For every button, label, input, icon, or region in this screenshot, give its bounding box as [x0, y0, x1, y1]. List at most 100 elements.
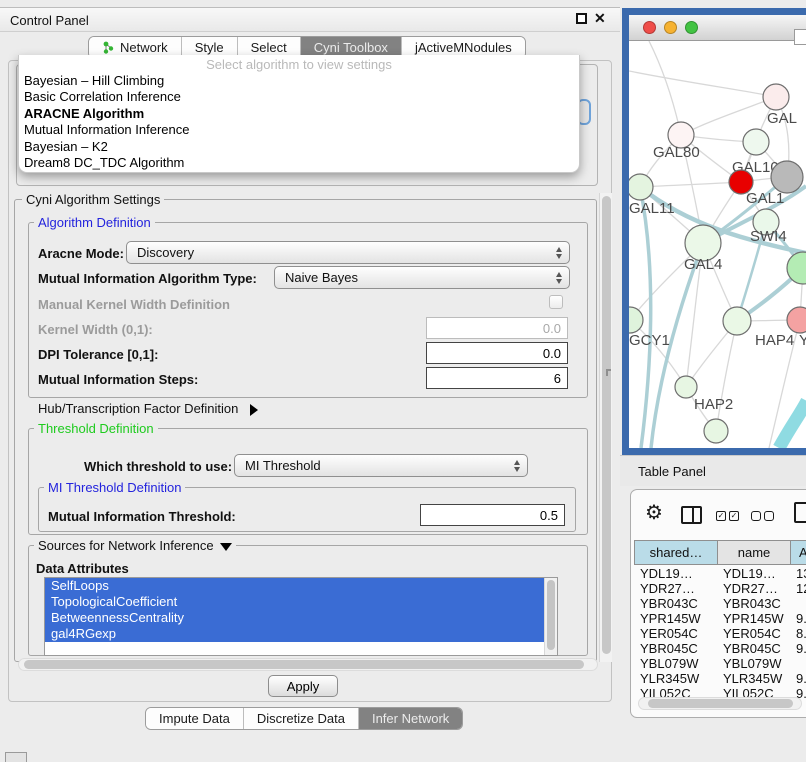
column-header-a[interactable]: A	[790, 540, 806, 565]
table-cell: YDR27…	[634, 581, 717, 596]
stepper-icon	[514, 460, 520, 472]
aracne-mode-select[interactable]: Discovery	[126, 241, 570, 264]
network-node[interactable]	[787, 307, 806, 333]
table-cell: 9.	[790, 611, 806, 626]
stepper-icon	[556, 272, 562, 284]
network-node[interactable]	[704, 419, 728, 443]
network-node[interactable]	[771, 161, 803, 193]
table-cell: YPR145W	[717, 611, 790, 626]
minimized-panel-box[interactable]	[5, 752, 27, 762]
data-attribute-item[interactable]: BetweennessCentrality	[45, 610, 544, 626]
table-cell: YPR145W	[634, 611, 717, 626]
table-cell: 9.	[790, 671, 806, 686]
node-label: HAP4	[755, 332, 794, 349]
control-panel-title: Control Panel	[10, 13, 89, 28]
settings-vertical-scrollbar[interactable]	[599, 193, 612, 662]
algorithm-option[interactable]: ARACNE Algorithm	[19, 106, 579, 122]
dpi-tolerance-label: DPI Tolerance [0,1]:	[38, 347, 158, 362]
table-horizontal-scrollbar-thumb[interactable]	[648, 699, 793, 708]
minimize-traffic-icon[interactable]	[664, 21, 677, 34]
network-node[interactable]	[723, 307, 751, 335]
node-label: Y	[799, 332, 806, 349]
data-attribute-item[interactable]: gal4RGexp	[45, 626, 544, 642]
attributes-scrollbar-thumb[interactable]	[547, 580, 555, 650]
tab-infer-network[interactable]: Infer Network	[359, 708, 462, 729]
data-attributes-label: Data Attributes	[36, 561, 129, 576]
tab-discretize-data[interactable]: Discretize Data	[244, 708, 359, 729]
algorithm-option[interactable]: Bayesian – K2	[19, 139, 579, 155]
table-cell: YLR345W	[634, 671, 717, 686]
deselect-all-columns-icon[interactable]	[751, 511, 774, 521]
network-node[interactable]	[743, 129, 769, 155]
table-cell: YDL19…	[717, 566, 790, 581]
algorithm-option[interactable]: Mutual Information Inference	[19, 122, 579, 138]
dpi-tolerance-input[interactable]: 0.0	[426, 342, 568, 364]
algorithm-option[interactable]: Basic Correlation Inference	[19, 89, 579, 105]
mi-algorithm-type-select[interactable]: Naive Bayes	[274, 266, 570, 289]
expand-down-icon	[220, 543, 232, 551]
table-row[interactable]: YLR345WYLR345W9.	[634, 671, 806, 686]
threshold-definition-title: Threshold Definition	[34, 421, 158, 436]
tab-impute-data[interactable]: Impute Data	[146, 708, 244, 729]
mi-algorithm-type-value: Naive Bayes	[285, 270, 358, 285]
apply-button[interactable]: Apply	[268, 675, 338, 697]
panel-splitter-handle[interactable]	[606, 369, 611, 376]
network-node[interactable]	[629, 307, 643, 333]
table-cell: YDR27…	[717, 581, 790, 596]
mi-threshold-input[interactable]: 0.5	[420, 504, 565, 526]
data-attribute-item[interactable]: SelfLoops	[45, 578, 544, 594]
algorithm-dropdown-popup: Select algorithm to view settings Bayesi…	[18, 55, 580, 173]
node-label: GCY1	[629, 332, 670, 349]
node-label: GAL4	[684, 256, 722, 273]
which-threshold-label: Which threshold to use:	[84, 459, 232, 474]
algorithm-option[interactable]: Dream8 DC_TDC Algorithm	[19, 155, 579, 171]
table-row[interactable]: YER054CYER054C8.	[634, 626, 806, 641]
export-table-icon[interactable]	[794, 502, 806, 523]
column-header-shared-name[interactable]: shared…	[634, 540, 718, 565]
attributes-scrollbar[interactable]	[544, 578, 557, 655]
table-cell: YBL079W	[634, 656, 717, 671]
zoom-traffic-icon[interactable]	[685, 21, 698, 34]
network-node[interactable]	[675, 376, 697, 398]
kernel-width-input[interactable]: 0.0	[426, 317, 568, 339]
sources-title[interactable]: Sources for Network Inference	[34, 538, 236, 553]
settings-vertical-scrollbar-thumb[interactable]	[602, 196, 611, 654]
table-cell: 8.	[790, 626, 806, 641]
table-row[interactable]: YDR27…YDR27…12	[634, 581, 806, 596]
hub-factor-expander[interactable]: Hub/Transcription Factor Definition	[38, 401, 258, 416]
network-scrollbar-fragment[interactable]	[794, 29, 806, 45]
mi-algorithm-type-label: Mutual Information Algorithm Type:	[38, 271, 257, 286]
manual-kernel-width-checkbox[interactable]	[549, 295, 563, 309]
node-label: GAL1	[746, 190, 784, 207]
columns-icon[interactable]	[681, 506, 702, 524]
network-node[interactable]	[629, 174, 653, 200]
algorithm-option[interactable]: Bayesian – Hill Climbing	[19, 73, 579, 89]
table-cell: YDL19…	[634, 566, 717, 581]
mi-steps-input[interactable]: 6	[426, 367, 568, 389]
which-threshold-select[interactable]: MI Threshold	[234, 454, 528, 477]
float-window-icon[interactable]	[576, 13, 587, 24]
table-row[interactable]: YPR145WYPR145W9.	[634, 611, 806, 626]
table-cell: 9.	[790, 641, 806, 656]
algorithm-dropdown-placeholder: Select algorithm to view settings	[19, 57, 579, 73]
table-row[interactable]: YBR043CYBR043C	[634, 596, 806, 611]
settings-horizontal-scrollbar-thumb[interactable]	[24, 660, 584, 669]
table-row[interactable]: YDL19…YDL19…13	[634, 566, 806, 581]
select-all-columns-icon[interactable]: ✓✓	[716, 511, 739, 521]
table-cell: 13	[790, 566, 806, 581]
mi-threshold-definition-title: MI Threshold Definition	[44, 480, 185, 495]
column-header-name[interactable]: name	[717, 540, 791, 565]
settings-horizontal-scrollbar[interactable]	[18, 658, 598, 671]
table-horizontal-scrollbar[interactable]	[638, 697, 802, 710]
data-attribute-item[interactable]: TopologicalCoefficient	[45, 594, 544, 610]
table-row[interactable]: YBR045CYBR045C9.	[634, 641, 806, 656]
close-traffic-icon[interactable]	[643, 21, 656, 34]
node-label: SWI4	[750, 228, 787, 245]
gear-icon[interactable]: ⚙	[645, 503, 663, 523]
close-icon[interactable]: ✕	[594, 10, 606, 27]
data-attributes-list[interactable]: SelfLoopsTopologicalCoefficientBetweenne…	[44, 577, 558, 656]
network-window-titlebar[interactable]	[629, 15, 806, 41]
network-canvas[interactable]: GALGAL80GAL10GAL1GAL11SWI4GAL4GCY1HAP4YH…	[629, 41, 806, 448]
network-node[interactable]	[763, 84, 789, 110]
table-row[interactable]: YBL079WYBL079W	[634, 656, 806, 671]
